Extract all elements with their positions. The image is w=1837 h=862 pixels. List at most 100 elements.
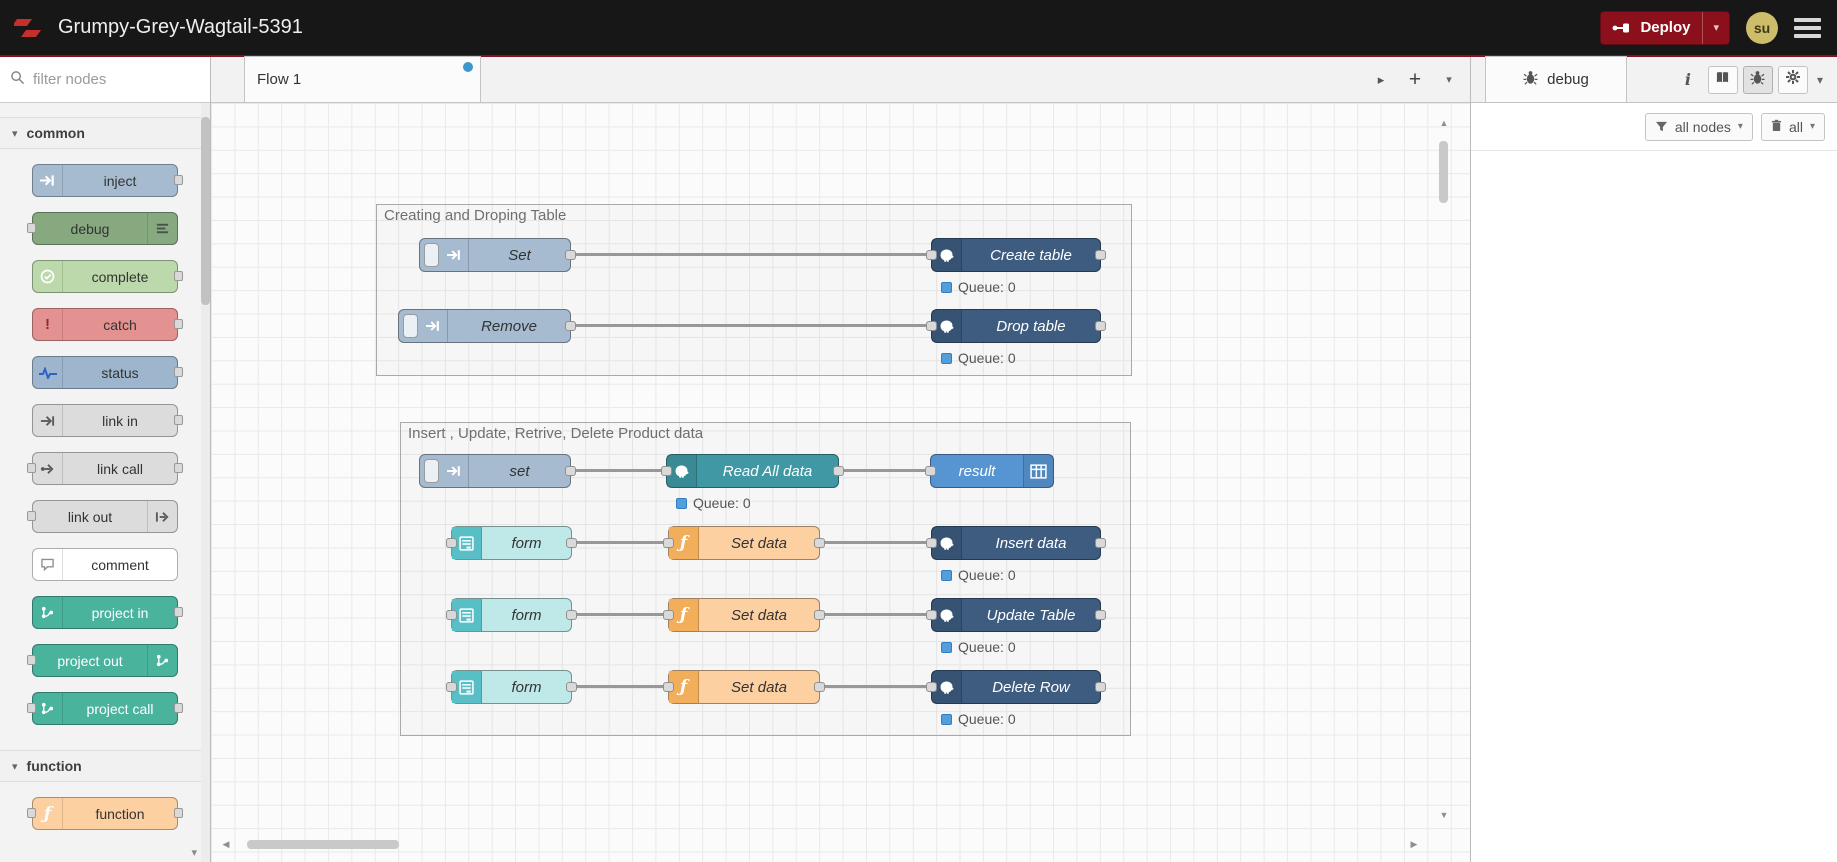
flow-node-form[interactable]: form <box>446 598 577 632</box>
input-port[interactable] <box>926 250 937 260</box>
wire[interactable] <box>570 613 670 616</box>
flow-node-form[interactable]: form <box>446 670 577 704</box>
input-port[interactable] <box>926 538 937 548</box>
input-port[interactable] <box>446 682 457 692</box>
wire[interactable] <box>818 685 933 688</box>
flow-node-update-table[interactable]: Update Table <box>926 598 1106 632</box>
input-port[interactable] <box>925 466 936 476</box>
palette-node-link-call[interactable]: link call <box>27 452 183 485</box>
input-port[interactable] <box>446 538 457 548</box>
output-port[interactable] <box>1095 321 1106 331</box>
palette-node-link-in[interactable]: link in <box>32 404 183 437</box>
palette-node-project-in[interactable]: project in <box>32 596 183 629</box>
scroll-left-icon[interactable]: ◀ <box>219 838 233 850</box>
palette-scroll-down-icon[interactable]: ▾ <box>191 846 197 859</box>
flow-node-delete-row[interactable]: Delete Row <box>926 670 1106 704</box>
wire[interactable] <box>569 469 668 472</box>
palette-scrollbar[interactable] <box>201 103 210 862</box>
output-port[interactable] <box>565 321 576 331</box>
vertical-scrollbar-thumb[interactable] <box>1439 141 1448 203</box>
debug-clear-button[interactable]: all ▾ <box>1760 112 1825 141</box>
flow-node-create-table[interactable]: Create table <box>926 238 1106 272</box>
palette-node-function[interactable]: ƒ function <box>27 797 183 830</box>
debug-filter-button[interactable]: all nodes ▾ <box>1644 112 1753 141</box>
debug-tab-button[interactable] <box>1742 65 1773 94</box>
output-port[interactable] <box>566 538 577 548</box>
flow-group-create-drop[interactable]: Creating and Droping Table <box>376 204 1132 376</box>
inject-trigger-button[interactable] <box>424 243 439 267</box>
next-tab-button[interactable]: ▸ <box>1364 57 1398 102</box>
palette-node-comment[interactable]: comment <box>32 548 178 581</box>
inject-trigger-button[interactable] <box>424 459 439 483</box>
scroll-up-icon[interactable]: ▲ <box>1437 117 1451 129</box>
output-port[interactable] <box>1095 682 1106 692</box>
flow-node-form[interactable]: form <box>446 526 577 560</box>
config-tab-button[interactable] <box>1777 65 1808 94</box>
palette-node-project-out[interactable]: project out <box>27 644 178 677</box>
debug-messages-panel[interactable] <box>1471 151 1837 862</box>
palette-node-catch[interactable]: ! catch <box>32 308 183 341</box>
output-port[interactable] <box>1095 250 1106 260</box>
sidebar-options-chevron-icon[interactable]: ▾ <box>1813 73 1831 87</box>
flow-node-set-data[interactable]: ƒ Set data <box>663 670 825 704</box>
horizontal-scrollbar-thumb[interactable] <box>247 840 399 849</box>
flow-node-result[interactable]: result <box>925 454 1054 488</box>
output-port[interactable] <box>566 682 577 692</box>
output-port[interactable] <box>814 610 825 620</box>
output-port[interactable] <box>565 250 576 260</box>
wire[interactable] <box>837 469 932 472</box>
flow-list-chevron-icon[interactable]: ▾ <box>1432 57 1466 102</box>
add-flow-button[interactable]: + <box>1398 57 1432 102</box>
wire[interactable] <box>818 541 933 544</box>
wire[interactable] <box>818 613 933 616</box>
palette-category-function[interactable]: ▾ function <box>0 750 210 782</box>
main-menu-button[interactable] <box>1794 15 1821 41</box>
input-port[interactable] <box>926 321 937 331</box>
palette-node-debug[interactable]: debug <box>27 212 178 245</box>
output-port[interactable] <box>814 538 825 548</box>
output-port[interactable] <box>814 682 825 692</box>
scroll-right-icon[interactable]: ▶ <box>1407 838 1421 850</box>
info-tab-button[interactable]: i <box>1673 66 1703 94</box>
flow-node-read-all-data[interactable]: Read All data <box>661 454 844 488</box>
input-port[interactable] <box>663 682 674 692</box>
output-port[interactable] <box>566 610 577 620</box>
wire[interactable] <box>569 324 933 327</box>
output-port[interactable] <box>1095 610 1106 620</box>
palette-category-common[interactable]: ▾ common <box>0 117 210 149</box>
output-port[interactable] <box>833 466 844 476</box>
output-port[interactable] <box>565 466 576 476</box>
flow-node-insert-data[interactable]: Insert data <box>926 526 1106 560</box>
input-port[interactable] <box>926 682 937 692</box>
user-avatar[interactable]: su <box>1746 11 1778 44</box>
output-port[interactable] <box>1095 538 1106 548</box>
filter-nodes-input[interactable] <box>33 71 200 88</box>
flow-node-set-data[interactable]: ƒ Set data <box>663 526 825 560</box>
palette-scrollbar-thumb[interactable] <box>201 117 210 305</box>
wire[interactable] <box>570 685 670 688</box>
tab-debug[interactable]: debug <box>1485 56 1627 102</box>
inject-trigger-button[interactable] <box>403 314 418 338</box>
deploy-options-chevron-icon[interactable]: ▾ <box>1703 21 1729 34</box>
input-port[interactable] <box>663 538 674 548</box>
scroll-down-icon[interactable]: ▼ <box>1437 809 1451 821</box>
input-port[interactable] <box>446 610 457 620</box>
palette-node-status[interactable]: status <box>32 356 183 389</box>
input-port[interactable] <box>926 610 937 620</box>
palette-node-link-out[interactable]: link out <box>27 500 178 533</box>
input-port[interactable] <box>663 610 674 620</box>
input-port[interactable] <box>661 466 672 476</box>
flow-node-inject-remove[interactable]: Remove <box>398 309 576 343</box>
flow-node-inject-set[interactable]: Set <box>419 238 576 272</box>
deploy-button[interactable]: Deploy ▾ <box>1600 10 1730 45</box>
palette-node-complete[interactable]: complete <box>32 260 183 293</box>
palette-node-inject[interactable]: inject <box>32 164 183 197</box>
help-tab-button[interactable] <box>1707 65 1738 94</box>
flow-canvas[interactable]: Creating and Droping Table Set Create ta… <box>211 103 1470 862</box>
flow-node-drop-table[interactable]: Drop table <box>926 309 1106 343</box>
palette-node-project-call[interactable]: project call <box>27 692 183 725</box>
flow-node-inject-set-lower[interactable]: set <box>419 454 576 488</box>
tab-flow-1[interactable]: Flow 1 <box>244 56 481 102</box>
wire[interactable] <box>570 541 670 544</box>
flow-node-set-data[interactable]: ƒ Set data <box>663 598 825 632</box>
